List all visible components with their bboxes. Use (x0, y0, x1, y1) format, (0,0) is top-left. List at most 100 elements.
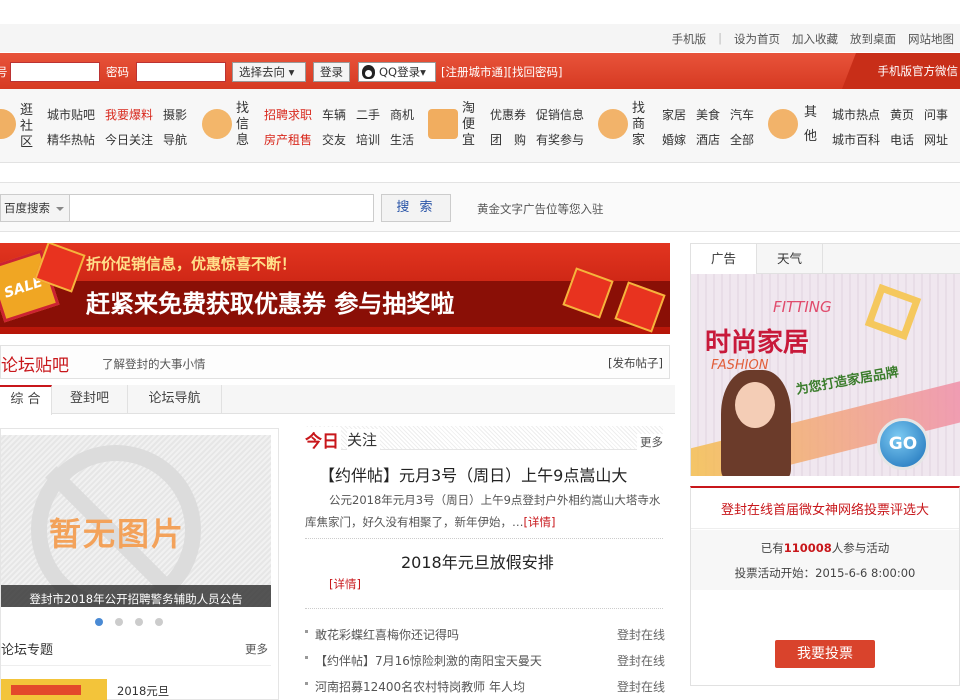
mobile-wechat-link[interactable]: 手机版官方微信 (842, 53, 960, 89)
list-item[interactable]: 河南招募12400名农村特岗教师 年人均 登封在线 (305, 678, 665, 700)
cat-item[interactable]: 网址 (924, 131, 948, 148)
cat-item[interactable]: 精华热帖 (47, 131, 95, 148)
focus-list: 敢花彩蝶红喜梅你还记得吗 登封在线 【约伴帖】7月16惊险刺激的南阳宝天曼天 登封在… (305, 626, 665, 700)
focus-title-red: 今日 (305, 427, 341, 452)
cat-item[interactable]: 交友 (322, 131, 346, 148)
ad-image[interactable]: FITTING 时尚家居 FASHION 为您打造家居品牌 GO (691, 274, 960, 476)
slide-dot[interactable] (115, 618, 123, 626)
slide-caption[interactable]: 登封市2018年公开招聘警务辅助人员公告 (1, 585, 271, 607)
search-bar: 百度搜索 搜 索 黄金文字广告位等您入驻 (0, 182, 960, 232)
cat-item[interactable]: 生活 (390, 131, 414, 148)
vote-panel: 登封在线首届微女神网络投票评选大 已有110008人参与活动 投票活动开始：20… (690, 486, 960, 686)
cat-item[interactable]: 培训 (356, 131, 380, 148)
slide-image[interactable]: 暂无图片 登封市2018年公开招聘警务辅助人员公告 (1, 435, 271, 607)
banner-line2: 赶紧来免费获取优惠券 参与抽奖啦 (86, 290, 455, 318)
list-item-title[interactable]: 【约伴帖】7月16惊险刺激的南阳宝天曼天 (315, 652, 542, 669)
text-ad-slot[interactable]: 黄金文字广告位等您入驻 (477, 201, 604, 217)
search-input[interactable] (70, 194, 374, 222)
tab-dengfeng-bar[interactable]: 登封吧 (52, 385, 128, 414)
tab-general[interactable]: 综 合 (0, 385, 52, 415)
cat-item[interactable]: 优惠券 (490, 106, 526, 123)
cat-item[interactable]: 电话 (890, 131, 914, 148)
username-label: 号 (0, 65, 8, 79)
focus-summary-text: 公元2018年元月3号（周日）上午9点登封户外相约嵩山大塔寺水库焦家门，好久没有… (305, 493, 661, 529)
password-label: 密码 (106, 65, 129, 79)
cat-item[interactable]: 招聘求职 (264, 106, 312, 123)
slide-dot[interactable] (95, 618, 103, 626)
focus-more-link[interactable]: 更多 (637, 434, 663, 450)
topic-thumbnail[interactable] (1, 679, 107, 700)
tab-forum-nav[interactable]: 论坛导航 (128, 385, 222, 414)
qq-login-button[interactable]: QQ登录▾ (358, 62, 436, 82)
cat-item[interactable]: 房产租售 (264, 131, 312, 148)
list-item-title[interactable]: 河南招募12400名农村特岗教师 年人均 (315, 678, 525, 695)
category-title: 逛社区 (20, 103, 34, 150)
category-title: 其他 (804, 105, 818, 144)
vote-button[interactable]: 我要投票 (775, 640, 875, 668)
list-item-source: 登封在线 (616, 654, 665, 668)
model-face (735, 382, 775, 428)
login-button[interactable]: 登录 (313, 62, 350, 82)
cat-item[interactable]: 商机 (390, 106, 414, 123)
search-button[interactable]: 搜 索 (381, 194, 451, 222)
retrieve-password-link[interactable]: [找回密码] (507, 65, 562, 79)
cat-item[interactable]: 婚嫁 (662, 131, 686, 148)
go-button[interactable]: GO (877, 418, 929, 470)
cat-item[interactable]: 酒店 (696, 131, 720, 148)
tab-ad[interactable]: 广告 (691, 244, 757, 274)
cat-item[interactable]: 今日关注 (105, 131, 153, 148)
topic-more-link[interactable]: 更多 (245, 641, 268, 657)
cat-item[interactable]: 城市百科 (832, 131, 880, 148)
cat-item[interactable]: 家居 (662, 106, 686, 123)
list-item-title[interactable]: 敢花彩蝶红喜梅你还记得吗 (315, 626, 459, 643)
slide-dot[interactable] (155, 618, 163, 626)
cat-item[interactable]: 汽车 (730, 106, 754, 123)
cat-item[interactable]: 问事 (924, 106, 948, 123)
cat-item[interactable]: 二手 (356, 106, 380, 123)
focus-title-black: 关注 (347, 429, 381, 450)
destination-label: 选择去向 (239, 65, 285, 79)
vote-title[interactable]: 登封在线首届微女神网络投票评选大 (691, 499, 959, 518)
search-engine-select[interactable]: 百度搜索 (0, 194, 70, 222)
list-item[interactable]: 【约伴帖】7月16惊险刺激的南阳宝天曼天 登封在线 (305, 652, 665, 678)
cat-item[interactable]: 美食 (696, 106, 720, 123)
tab-weather[interactable]: 天气 (757, 244, 823, 274)
destination-select[interactable]: 选择去向 ▾ (232, 62, 306, 82)
post-thread-link[interactable]: [发布帖子] (608, 355, 663, 371)
category-other: 其他 城市热点 黄页 问事 城市百科 电话 网址 (764, 89, 960, 163)
cat-item[interactable]: 城市贴吧 (47, 106, 95, 123)
list-item[interactable]: 敢花彩蝶红喜梅你还记得吗 登封在线 (305, 626, 665, 652)
focus-headline[interactable]: 【约伴帖】元月3号（周日）上午9点嵩山大 (319, 462, 627, 486)
detail-link[interactable]: [详情] (329, 576, 361, 592)
cat-item[interactable]: 导航 (163, 131, 187, 148)
link-desktop[interactable]: 放到桌面 (850, 31, 896, 47)
topic-item-title[interactable]: 2018元旦 (117, 683, 169, 699)
password-input[interactable] (136, 62, 226, 82)
cat-item[interactable]: 我要爆料 (105, 106, 153, 123)
cat-item[interactable]: 团 购 (490, 131, 526, 148)
category-merchants: 找商家 家居 美食 汽车 婚嫁 酒店 全部 (594, 89, 764, 163)
focus-headline-2[interactable]: 2018年元旦放假安排 (401, 549, 554, 573)
category-community: 逛社区 城市贴吧 我要爆料 摄影 精华热帖 今日关注 导航 (0, 89, 192, 163)
focus-summary: 公元2018年元月3号（周日）上午9点登封户外相约嵩山大塔寺水库焦家门，好久没有… (305, 489, 663, 533)
cat-item[interactable]: 促销信息 (536, 106, 584, 123)
chevron-down-icon (56, 207, 64, 211)
link-sitemap[interactable]: 网站地图 (908, 31, 954, 47)
cat-item[interactable]: 黄页 (890, 106, 914, 123)
cat-item[interactable]: 车辆 (322, 106, 346, 123)
cat-item[interactable]: 摄影 (163, 106, 187, 123)
link-mobile[interactable]: 手机版 (672, 31, 707, 47)
username-input[interactable] (10, 62, 100, 82)
focus-header: 今日 关注 更多 (305, 426, 663, 452)
cat-item[interactable]: 有奖参与 (536, 131, 584, 148)
detail-link[interactable]: [详情] (524, 515, 556, 529)
cat-item[interactable]: 城市热点 (832, 106, 880, 123)
divider (305, 608, 663, 609)
slide-dot[interactable] (135, 618, 143, 626)
promo-banner[interactable]: SALE 折价促销信息，优惠惊喜不断！ 赶紧来免费获取优惠券 参与抽奖啦 (0, 243, 670, 334)
link-set-homepage[interactable]: 设为首页 (734, 31, 780, 47)
link-add-favorite[interactable]: 加入收藏 (792, 31, 838, 47)
today-focus: 今日 关注 更多 【约伴帖】元月3号（周日）上午9点嵩山大 公元2018年元月3… (305, 426, 665, 700)
register-link[interactable]: [注册城市通] (441, 65, 507, 79)
cat-item[interactable]: 全部 (730, 131, 754, 148)
